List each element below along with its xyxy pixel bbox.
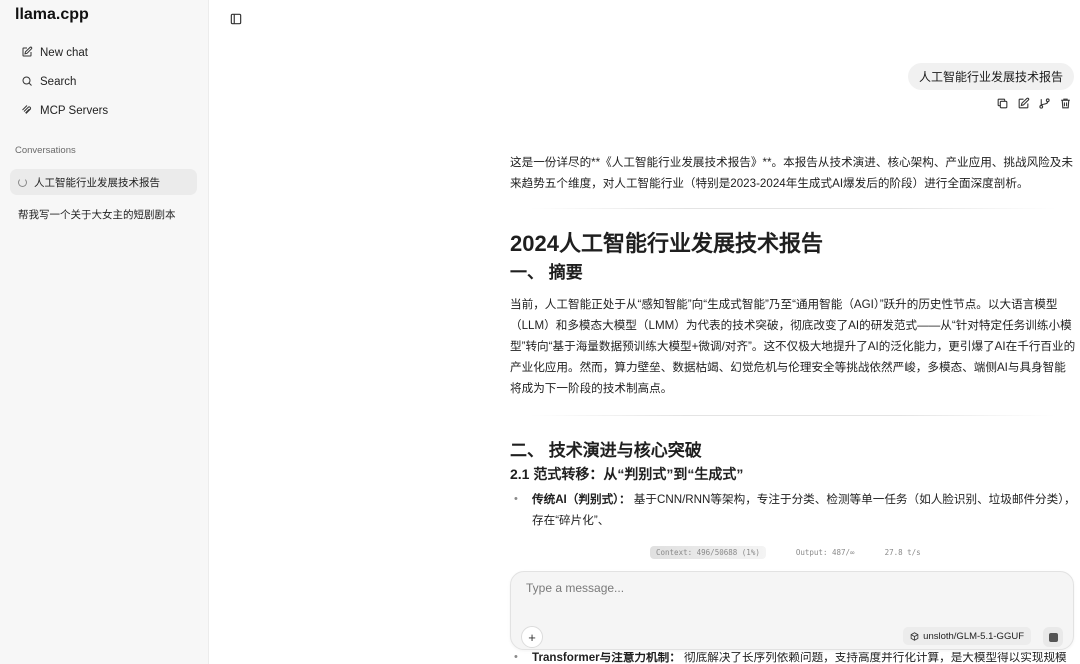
user-message-bubble: 人工智能行业发展技术报告: [907, 63, 1074, 90]
new-chat-label: New chat: [40, 47, 88, 59]
mcp-servers-label: MCP Servers: [40, 105, 109, 117]
edit-message-icon[interactable]: [1017, 97, 1030, 110]
assistant-message: 这是一份详尽的**《人工智能行业发展技术报告》**。本报告从技术演进、核心架构、…: [510, 152, 1076, 531]
add-attachment-button[interactable]: +: [521, 626, 543, 648]
package-icon: [910, 631, 919, 641]
search-icon: [21, 75, 33, 90]
list-item-term: Transformer与注意力机制：: [532, 652, 681, 664]
output-tokens: Output: 487/∞: [795, 548, 855, 557]
user-message-text: 人工智能行业发展技术报告: [918, 70, 1063, 84]
conversation-item-active[interactable]: 人工智能行业发展技术报告: [10, 169, 197, 195]
conversation-title: 帮我写一个关于大女主的短剧剧本: [18, 208, 176, 221]
app-title: llama.cpp: [15, 6, 89, 23]
tokens-per-second: 27.8 t/s: [884, 548, 921, 557]
list-item: Transformer与注意力机制： 彻底解决了长序列依赖问题，支持高度并行化计…: [510, 652, 1076, 664]
loading-spinner-icon: [18, 177, 27, 187]
context-usage: Context: 496/50688 (1%): [650, 546, 766, 559]
intro-paragraph: 这是一份详尽的**《人工智能行业发展技术报告》**。本报告从技术演进、核心架构、…: [510, 156, 1073, 190]
section-heading: 二、 技术演进与核心突破: [510, 441, 702, 460]
search-button[interactable]: Search: [21, 72, 76, 92]
generation-stats: Context: 496/50688 (1%) Output: 487/∞ 27…: [650, 544, 921, 561]
message-input[interactable]: [526, 581, 1046, 595]
section-heading: 一、 摘要: [510, 263, 583, 282]
message-composer: + unsloth/GLM-5.1-GGUF: [510, 571, 1074, 650]
list-item: 传统AI（判别式）： 基于CNN/RNN等架构，专注于分类、检测等单一任务（如人…: [510, 489, 1076, 531]
list-item-text: 彻底解决了长序列依赖问题，支持高度并行化计算，是大模型得以实现规模: [680, 652, 1067, 664]
summary-paragraph: 当前，人工智能正处于从“感知智能”向“生成式智能”乃至“通用智能（AGI）”跃升…: [510, 298, 1076, 395]
conversations-label: Conversations: [15, 145, 76, 156]
new-chat-button[interactable]: New chat: [21, 43, 88, 63]
copy-icon[interactable]: [996, 97, 1009, 110]
partial-list-item: Transformer与注意力机制： 彻底解决了长序列依赖问题，支持高度并行化计…: [510, 652, 1076, 664]
subsection-heading: 2.1 范式转移：从“判别式”到“生成式”: [510, 466, 744, 482]
message-actions: [996, 97, 1072, 110]
mcp-icon: [21, 104, 33, 119]
stop-generation-button[interactable]: [1043, 627, 1063, 647]
branch-icon[interactable]: [1038, 97, 1051, 110]
panel-left-icon: [230, 13, 242, 25]
conversation-item[interactable]: 帮我写一个关于大女主的短剧剧本: [10, 201, 197, 227]
model-selector[interactable]: unsloth/GLM-5.1-GGUF: [903, 627, 1031, 645]
mcp-servers-button[interactable]: MCP Servers: [21, 101, 108, 121]
conversation-title: 人工智能行业发展技术报告: [34, 176, 160, 189]
list-item-term: 传统AI（判别式）：: [532, 493, 631, 506]
search-label: Search: [40, 76, 77, 88]
stop-icon: [1048, 632, 1058, 642]
sidebar: llama.cpp New chat Search MCP Servers Co…: [0, 0, 209, 664]
report-title: 2024人工智能行业发展技术报告: [510, 231, 823, 256]
trash-icon[interactable]: [1059, 97, 1072, 110]
model-name: unsloth/GLM-5.1-GGUF: [923, 630, 1024, 642]
edit-icon: [21, 46, 33, 61]
toggle-sidebar-button[interactable]: [229, 12, 243, 26]
